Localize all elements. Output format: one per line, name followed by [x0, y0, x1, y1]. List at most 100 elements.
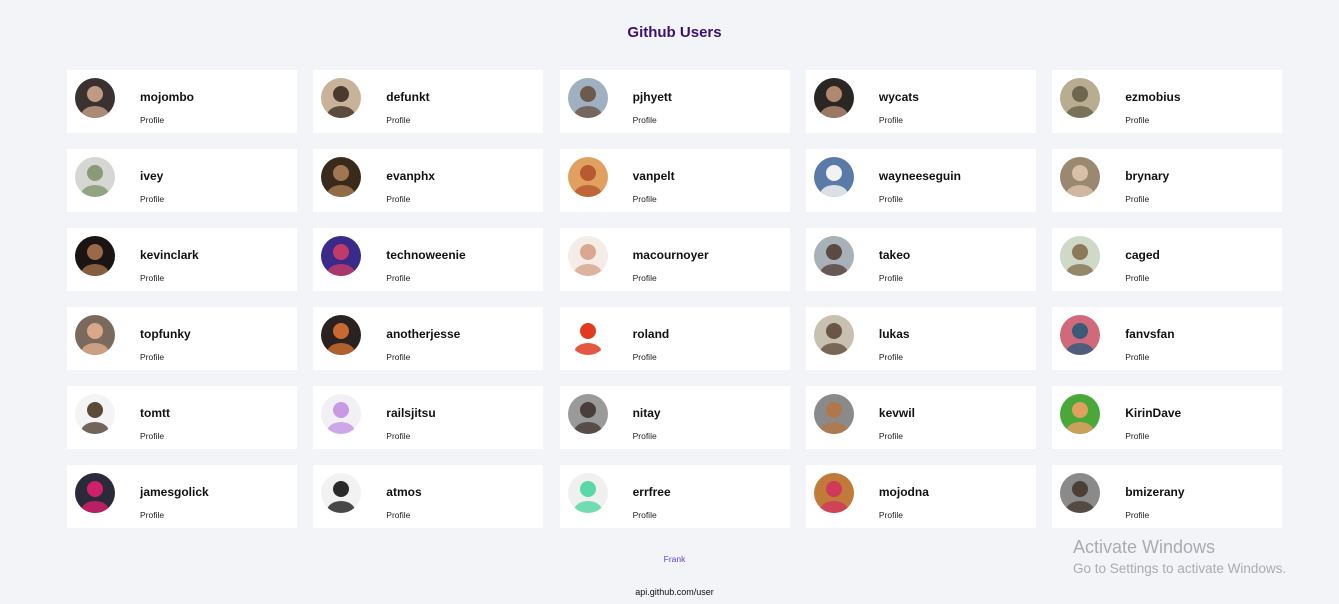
user-avatar[interactable]	[321, 236, 362, 276]
profile-link[interactable]: Profile	[879, 273, 903, 283]
user-card[interactable]: mojombo Profile	[67, 70, 297, 133]
user-login[interactable]: kevwil	[879, 406, 915, 420]
profile-link[interactable]: Profile	[633, 115, 657, 125]
user-card[interactable]: wycats Profile	[805, 70, 1036, 133]
profile-link[interactable]: Profile	[140, 510, 164, 520]
user-avatar[interactable]	[1060, 315, 1101, 355]
user-card[interactable]: brynary Profile	[1052, 149, 1283, 212]
user-card[interactable]: tomtt Profile	[67, 386, 297, 449]
user-avatar[interactable]	[321, 78, 362, 118]
profile-link[interactable]: Profile	[633, 273, 657, 283]
profile-link[interactable]: Profile	[633, 431, 657, 441]
user-card[interactable]: kevwil Profile	[805, 386, 1036, 449]
profile-link[interactable]: Profile	[879, 115, 903, 125]
profile-link[interactable]: Profile	[1125, 115, 1149, 125]
user-card[interactable]: defunkt Profile	[313, 70, 544, 133]
profile-link[interactable]: Profile	[386, 431, 410, 441]
user-login[interactable]: KirinDave	[1125, 406, 1181, 420]
user-avatar[interactable]	[1060, 78, 1101, 118]
user-avatar[interactable]	[567, 394, 608, 434]
user-avatar[interactable]	[1060, 157, 1101, 197]
user-login[interactable]: railsjitsu	[386, 406, 435, 420]
user-card[interactable]: nitay Profile	[559, 386, 790, 449]
user-card[interactable]: KirinDave Profile	[1052, 386, 1283, 449]
user-login[interactable]: vanpelt	[633, 169, 675, 183]
user-card[interactable]: atmos Profile	[313, 465, 544, 528]
user-login[interactable]: roland	[633, 327, 670, 341]
profile-link[interactable]: Profile	[879, 194, 903, 204]
user-avatar[interactable]	[75, 236, 115, 276]
profile-link[interactable]: Profile	[633, 194, 657, 204]
user-login[interactable]: macournoyer	[633, 248, 709, 262]
user-avatar[interactable]	[321, 394, 362, 434]
user-login[interactable]: kevinclark	[140, 248, 199, 262]
user-card[interactable]: bmizerany Profile	[1052, 465, 1283, 528]
user-login[interactable]: ezmobius	[1125, 90, 1180, 104]
user-card[interactable]: ivey Profile	[67, 149, 297, 212]
profile-link[interactable]: Profile	[140, 431, 164, 441]
user-card[interactable]: railsjitsu Profile	[313, 386, 544, 449]
user-card[interactable]: macournoyer Profile	[559, 228, 790, 291]
user-login[interactable]: lukas	[879, 327, 910, 341]
user-login[interactable]: atmos	[386, 485, 421, 499]
user-card[interactable]: lukas Profile	[805, 307, 1036, 370]
profile-link[interactable]: Profile	[1125, 510, 1149, 520]
user-card[interactable]: pjhyett Profile	[559, 70, 790, 133]
user-login[interactable]: errfree	[633, 485, 671, 499]
user-card[interactable]: errfree Profile	[559, 465, 790, 528]
user-avatar[interactable]	[813, 236, 854, 276]
user-avatar[interactable]	[75, 473, 115, 513]
user-avatar[interactable]	[321, 315, 362, 355]
user-avatar[interactable]	[1060, 236, 1101, 276]
user-login[interactable]: mojodna	[879, 485, 929, 499]
user-login[interactable]: topfunky	[140, 327, 191, 341]
profile-link[interactable]: Profile	[1125, 194, 1149, 204]
user-login[interactable]: evanphx	[386, 169, 435, 183]
user-avatar[interactable]	[567, 78, 608, 118]
profile-link[interactable]: Profile	[633, 352, 657, 362]
profile-link[interactable]: Profile	[1125, 431, 1149, 441]
user-login[interactable]: pjhyett	[633, 90, 672, 104]
user-card[interactable]: technoweenie Profile	[313, 228, 544, 291]
profile-link[interactable]: Profile	[879, 352, 903, 362]
profile-link[interactable]: Profile	[386, 115, 410, 125]
user-card[interactable]: roland Profile	[559, 307, 790, 370]
profile-link[interactable]: Profile	[140, 115, 164, 125]
profile-link[interactable]: Profile	[879, 431, 903, 441]
user-avatar[interactable]	[567, 473, 608, 513]
user-login[interactable]: ivey	[140, 169, 163, 183]
user-login[interactable]: takeo	[879, 248, 910, 262]
user-login[interactable]: mojombo	[140, 90, 194, 104]
user-login[interactable]: wycats	[879, 90, 919, 104]
profile-link[interactable]: Profile	[633, 510, 657, 520]
profile-link[interactable]: Profile	[1125, 273, 1149, 283]
user-card[interactable]: jamesgolick Profile	[67, 465, 297, 528]
user-login[interactable]: bmizerany	[1125, 485, 1184, 499]
user-avatar[interactable]	[813, 315, 854, 355]
user-card[interactable]: evanphx Profile	[313, 149, 544, 212]
user-card[interactable]: caged Profile	[1052, 228, 1283, 291]
user-avatar[interactable]	[75, 394, 115, 434]
user-avatar[interactable]	[75, 315, 115, 355]
user-card[interactable]: kevinclark Profile	[67, 228, 297, 291]
user-login[interactable]: caged	[1125, 248, 1160, 262]
user-login[interactable]: anotherjesse	[386, 327, 460, 341]
user-login[interactable]: technoweenie	[386, 248, 465, 262]
profile-link[interactable]: Profile	[140, 352, 164, 362]
profile-link[interactable]: Profile	[386, 194, 410, 204]
user-avatar[interactable]	[75, 78, 115, 118]
user-avatar[interactable]	[321, 473, 362, 513]
user-login[interactable]: wayneeseguin	[879, 169, 961, 183]
user-avatar[interactable]	[813, 394, 854, 434]
user-card[interactable]: mojodna Profile	[805, 465, 1036, 528]
user-login[interactable]: nitay	[633, 406, 661, 420]
profile-link[interactable]: Profile	[140, 194, 164, 204]
profile-link[interactable]: Profile	[140, 273, 164, 283]
user-avatar[interactable]	[75, 157, 115, 197]
user-card[interactable]: fanvsfan Profile	[1052, 307, 1283, 370]
user-avatar[interactable]	[813, 157, 854, 197]
user-card[interactable]: topfunky Profile	[67, 307, 297, 370]
user-avatar[interactable]	[813, 473, 854, 513]
user-avatar[interactable]	[1060, 394, 1101, 434]
user-login[interactable]: jamesgolick	[140, 485, 209, 499]
